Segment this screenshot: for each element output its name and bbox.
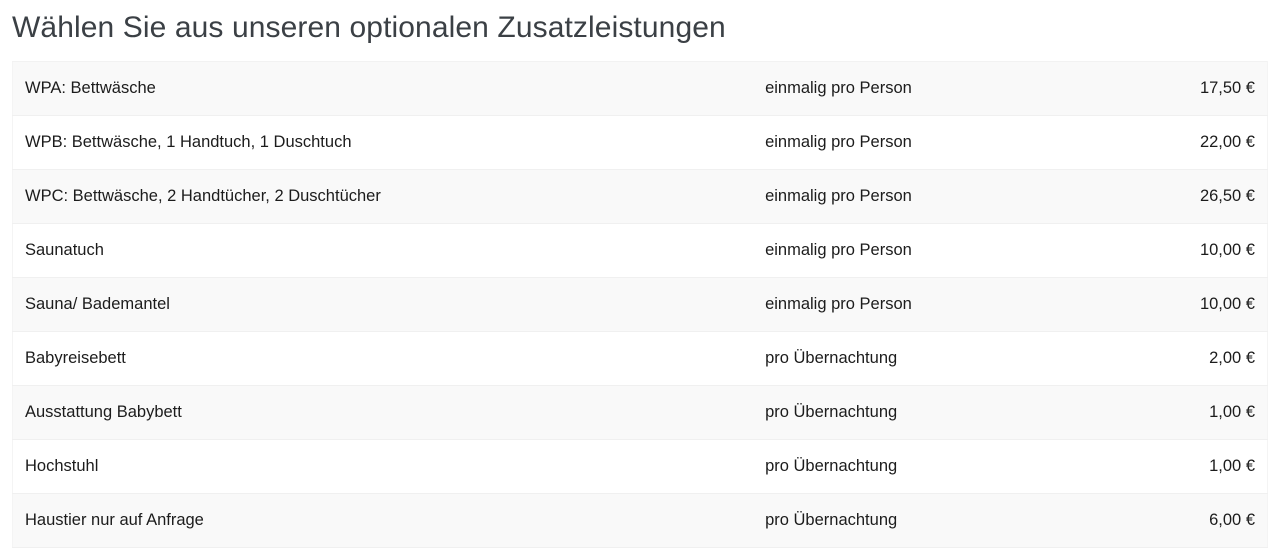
service-name-cell: Babyreisebett bbox=[25, 348, 126, 367]
service-frequency-cell: einmalig pro Person bbox=[765, 186, 912, 205]
table-row[interactable]: WPC: Bettwäsche, 2 Handtücher, 2 Duschtü… bbox=[12, 169, 1268, 224]
page-title: Wählen Sie aus unseren optionalen Zusatz… bbox=[12, 11, 726, 44]
service-frequency-cell: einmalig pro Person bbox=[765, 132, 912, 151]
service-frequency-cell: einmalig pro Person bbox=[765, 294, 912, 313]
table-row[interactable]: WPA: Bettwäsche einmalig pro Person 17,5… bbox=[12, 61, 1268, 116]
table-row[interactable]: Haustier nur auf Anfrage pro Übernachtun… bbox=[12, 493, 1268, 548]
optional-services-table: WPA: Bettwäsche einmalig pro Person 17,5… bbox=[12, 61, 1268, 548]
service-frequency-cell: pro Übernachtung bbox=[765, 456, 898, 475]
optional-services-page: Wählen Sie aus unseren optionalen Zusatz… bbox=[0, 0, 1280, 556]
service-name-cell: Ausstattung Babybett bbox=[25, 402, 182, 421]
service-frequency-cell: einmalig pro Person bbox=[765, 78, 912, 97]
table-row[interactable]: Ausstattung Babybett pro Übernachtung 1,… bbox=[12, 385, 1268, 440]
service-price-cell: 1,00 € bbox=[1209, 456, 1255, 475]
service-price-cell: 6,00 € bbox=[1209, 510, 1255, 529]
service-name-cell: Hochstuhl bbox=[25, 456, 99, 475]
service-frequency-cell: pro Übernachtung bbox=[765, 348, 898, 367]
service-name-cell: WPC: Bettwäsche, 2 Handtücher, 2 Duschtü… bbox=[25, 186, 381, 205]
service-price-cell: 10,00 € bbox=[1199, 240, 1255, 259]
table-row[interactable]: Saunatuch einmalig pro Person 10,00 € bbox=[12, 223, 1268, 278]
service-price-cell: 17,50 € bbox=[1199, 78, 1255, 97]
table-body: WPA: Bettwäsche einmalig pro Person 17,5… bbox=[12, 61, 1268, 548]
table-row[interactable]: Babyreisebett pro Übernachtung 2,00 € bbox=[12, 331, 1268, 386]
table-row[interactable]: WPB: Bettwäsche, 1 Handtuch, 1 Duschtuch… bbox=[12, 115, 1268, 170]
service-frequency-cell: pro Übernachtung bbox=[765, 402, 898, 421]
service-name-cell: Haustier nur auf Anfrage bbox=[25, 510, 204, 529]
optional-services-table-container: WPA: Bettwäsche einmalig pro Person 17,5… bbox=[12, 61, 1268, 548]
table-row[interactable]: Sauna/ Bademantel einmalig pro Person 10… bbox=[12, 277, 1268, 332]
service-price-cell: 1,00 € bbox=[1209, 402, 1255, 421]
service-name-cell: WPB: Bettwäsche, 1 Handtuch, 1 Duschtuch bbox=[25, 132, 352, 151]
service-name-cell: Sauna/ Bademantel bbox=[25, 294, 170, 313]
service-price-cell: 26,50 € bbox=[1199, 186, 1255, 205]
service-price-cell: 10,00 € bbox=[1199, 294, 1255, 313]
service-price-cell: 2,00 € bbox=[1209, 348, 1255, 367]
service-price-cell: 22,00 € bbox=[1199, 132, 1255, 151]
service-frequency-cell: einmalig pro Person bbox=[765, 240, 912, 259]
service-frequency-cell: pro Übernachtung bbox=[765, 510, 898, 529]
table-row[interactable]: Hochstuhl pro Übernachtung 1,00 € bbox=[12, 439, 1268, 494]
service-name-cell: WPA: Bettwäsche bbox=[25, 78, 156, 97]
service-name-cell: Saunatuch bbox=[25, 240, 104, 259]
